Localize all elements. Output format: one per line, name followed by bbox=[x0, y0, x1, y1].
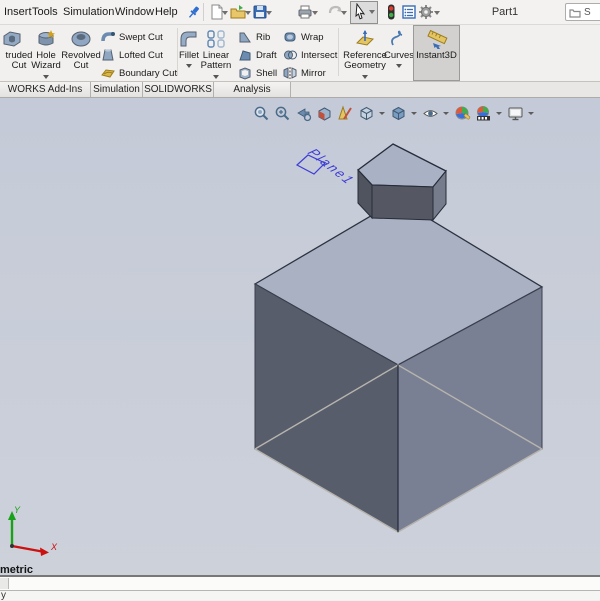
curves-icon bbox=[388, 29, 410, 51]
origin-triad: X Y bbox=[8, 505, 58, 556]
rib-button[interactable]: Rib bbox=[238, 28, 277, 46]
tab-simulation[interactable]: Simulation bbox=[91, 82, 143, 97]
rib-icon bbox=[239, 32, 251, 43]
ribbon-separator-2 bbox=[338, 28, 339, 76]
hex-boss-top-face[interactable] bbox=[357, 143, 448, 188]
x-axis-label: X bbox=[50, 542, 58, 552]
tab-solidworks-mbd[interactable]: SOLIDWORKS MBD bbox=[143, 82, 214, 110]
intersect-icon bbox=[284, 50, 297, 60]
mirror-icon bbox=[283, 67, 297, 79]
y-axis-label: Y bbox=[14, 505, 21, 515]
open-dropdown[interactable] bbox=[245, 11, 251, 15]
options-list-icon[interactable] bbox=[401, 4, 417, 20]
revolved-cut-button[interactable]: Revolved Cut bbox=[60, 26, 102, 80]
draft-button[interactable]: Draft bbox=[238, 46, 277, 64]
plane1-label[interactable]: Plane1 bbox=[304, 146, 358, 187]
open-icon[interactable] bbox=[230, 4, 246, 20]
tab-solidworks-addins[interactable]: WORKS Add-Ins bbox=[0, 82, 91, 97]
curves-dropdown[interactable] bbox=[396, 64, 402, 69]
print-icon[interactable] bbox=[297, 4, 313, 20]
pin-icon[interactable] bbox=[186, 4, 202, 20]
linear-pattern-button[interactable]: Linear Pattern bbox=[196, 26, 236, 80]
status-strip-left-box bbox=[0, 578, 9, 589]
print-dropdown[interactable] bbox=[312, 11, 318, 15]
status-bar-lower: y bbox=[0, 590, 600, 601]
command-tab-bar: WORKS Add-Ins Simulation SOLIDWORKS MBD … bbox=[0, 82, 600, 110]
document-title: Part1 bbox=[491, 6, 519, 18]
reference-geometry-button[interactable]: Reference Geometry bbox=[343, 26, 387, 80]
new-document-dropdown[interactable] bbox=[222, 11, 228, 15]
x-axis-arrow bbox=[40, 547, 49, 556]
boundary-cut-icon bbox=[101, 69, 115, 78]
graphics-area[interactable]: Plane1 X Y metric bbox=[0, 98, 600, 576]
save-dropdown[interactable] bbox=[266, 11, 272, 15]
hole-wizard-dropdown[interactable] bbox=[43, 74, 49, 79]
status-bar bbox=[0, 577, 600, 590]
extruded-cut-icon bbox=[1, 29, 23, 51]
gear-settings-icon[interactable] bbox=[418, 4, 434, 20]
model-canvas: Plane1 X Y bbox=[8, 143, 544, 556]
shell-icon bbox=[239, 67, 251, 80]
fillet-dropdown[interactable] bbox=[186, 64, 192, 69]
title-bar: Insert Tools Simulation Window Help Part… bbox=[0, 0, 600, 25]
toolbar-divider bbox=[203, 3, 204, 21]
intersect-button[interactable]: Intersect bbox=[283, 46, 337, 64]
swept-cut-icon bbox=[101, 32, 115, 42]
rebuild-traffic-light-icon[interactable] bbox=[383, 4, 399, 20]
reference-geometry-dropdown[interactable] bbox=[362, 74, 368, 79]
tab-analysis-preparation[interactable]: Analysis Preparation bbox=[214, 82, 291, 110]
menu-simulation[interactable]: Simulation bbox=[59, 0, 118, 24]
select-dropdown[interactable] bbox=[369, 10, 375, 14]
search-folder-icon bbox=[569, 8, 581, 18]
gear-dropdown[interactable] bbox=[434, 11, 440, 15]
wrap-icon bbox=[284, 32, 296, 42]
instant3d-icon bbox=[425, 29, 449, 51]
curves-button[interactable]: Curves bbox=[384, 26, 414, 80]
hex-boss-front-face[interactable] bbox=[371, 184, 434, 221]
draft-icon bbox=[239, 50, 251, 61]
mirror-button[interactable]: Mirror bbox=[283, 64, 337, 82]
command-manager-ribbon: truded Cut Hole Wizard Revolved Cut Swep… bbox=[0, 25, 600, 82]
search-box[interactable]: S bbox=[565, 3, 600, 21]
menu-tools[interactable]: Tools bbox=[28, 0, 62, 24]
shell-button[interactable]: Shell bbox=[238, 64, 277, 82]
linear-pattern-icon bbox=[205, 29, 227, 51]
undo-dropdown[interactable] bbox=[341, 11, 347, 15]
instant3d-button[interactable]: Instant3D bbox=[413, 25, 460, 81]
triad-origin bbox=[10, 544, 14, 548]
swept-cut-button[interactable]: Swept Cut bbox=[101, 28, 177, 46]
reference-geometry-icon bbox=[354, 29, 376, 51]
menu-help[interactable]: Help bbox=[151, 0, 182, 24]
wrap-intersect-mirror-stack: Wrap Intersect Mirror bbox=[283, 28, 337, 82]
revolved-cut-icon bbox=[70, 29, 92, 51]
rib-draft-shell-stack: Rib Draft Shell bbox=[238, 28, 277, 82]
search-text: S bbox=[584, 6, 591, 18]
wrap-button[interactable]: Wrap bbox=[283, 28, 337, 46]
lofted-cut-button[interactable]: Lofted Cut bbox=[101, 46, 177, 64]
lofted-cut-icon bbox=[102, 49, 114, 61]
hole-wizard-icon bbox=[35, 29, 57, 51]
linear-pattern-dropdown[interactable] bbox=[213, 74, 219, 79]
cut-feature-stack: Swept Cut Lofted Cut Boundary Cut bbox=[101, 28, 177, 82]
select-tool[interactable] bbox=[350, 1, 378, 24]
boundary-cut-button[interactable]: Boundary Cut bbox=[101, 64, 177, 82]
status-text-fragment: y bbox=[1, 590, 6, 601]
